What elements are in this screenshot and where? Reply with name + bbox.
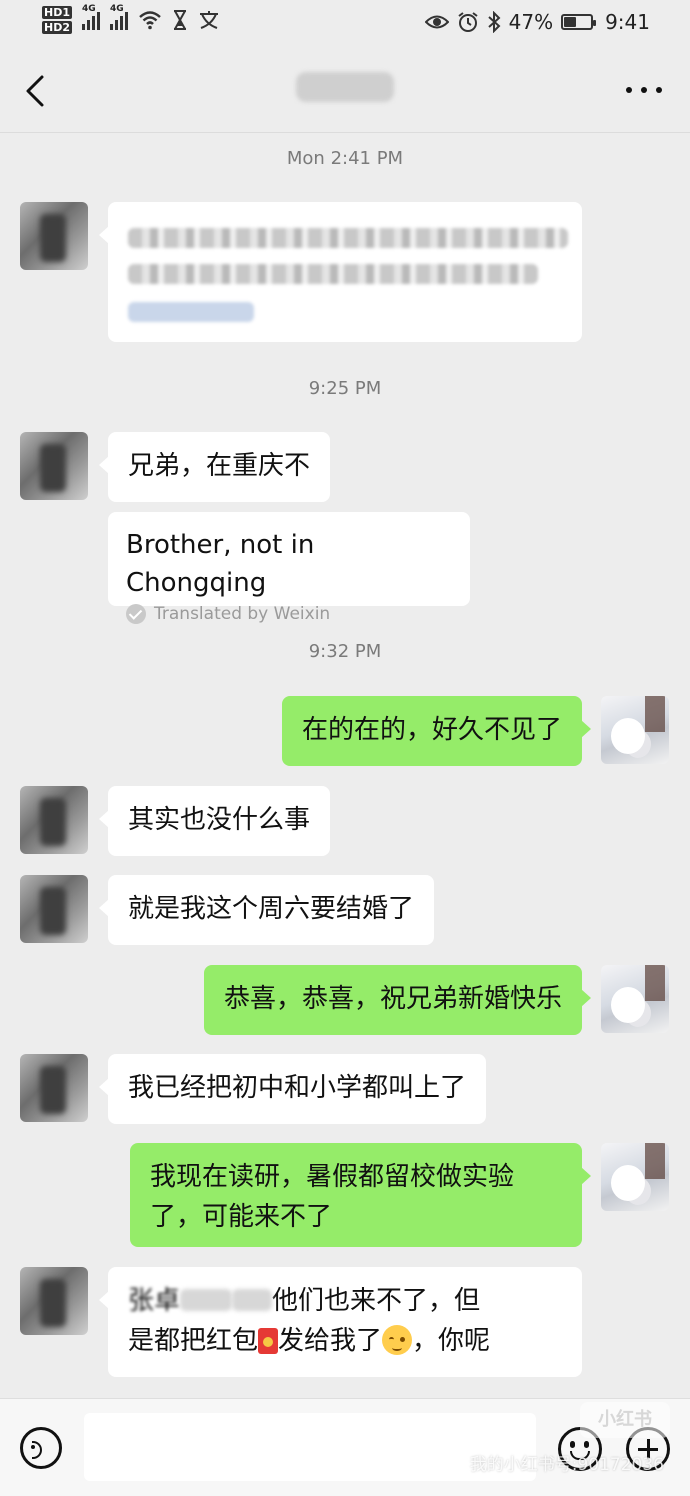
redacted-link-line — [128, 302, 254, 322]
embarrassed-face-icon — [382, 1325, 413, 1355]
network-label-2: 4G — [110, 4, 124, 14]
message-text: 就是我这个周六要结婚了 — [128, 894, 415, 924]
contact-avatar[interactable] — [20, 786, 88, 854]
message-text-line: 张卓 他们也来不了，但 — [128, 1281, 562, 1321]
clock: 9:41 — [605, 10, 650, 34]
message-text: 恭喜，恭喜，祝兄弟新婚快乐 — [223, 984, 562, 1014]
message-bubble-incoming[interactable]: 我已经把初中和小学都叫上了 — [98, 1054, 487, 1124]
watermark-text: 我的小红书号:90172036 — [469, 1455, 664, 1475]
translate-icon — [200, 11, 218, 29]
message-text-line: 是都把红包 发给我了 ，你呢 — [128, 1321, 562, 1361]
redacted-name — [232, 1289, 273, 1311]
message-text-part: 张卓 — [128, 1286, 181, 1316]
network-label-1: 4G — [82, 4, 96, 14]
message-bubble-incoming[interactable]: 兄弟，在重庆不 — [98, 432, 331, 502]
sim-label-1: HD1 — [42, 6, 72, 19]
timestamp: 9:32 PM — [308, 641, 382, 662]
contact-avatar[interactable] — [20, 875, 88, 943]
sim-label-2: HD2 — [42, 21, 72, 34]
redacted-text-line — [128, 228, 568, 248]
signal-icon: 4G — [110, 4, 128, 30]
message-input[interactable] — [84, 1413, 536, 1481]
message-bubble-outgoing[interactable]: 在的在的，好久不见了 — [281, 696, 592, 766]
status-left: HD1 HD2 4G 4G — [42, 4, 220, 34]
hourglass-icon — [174, 10, 186, 30]
message-bubble-incoming[interactable]: 就是我这个周六要结婚了 — [98, 875, 435, 945]
message-text-part: 他们也来不了，但 — [272, 1286, 481, 1316]
user-avatar[interactable] — [601, 1143, 669, 1211]
status-bar: HD1 HD2 4G 4G 47% 9:41 — [0, 0, 690, 50]
redacted-message[interactable] — [99, 202, 582, 342]
message-bubble-outgoing[interactable]: 我现在读研，暑假都留校做实验 了，可能来不了 — [130, 1143, 591, 1247]
watermark-logo: 小红书 — [580, 1402, 670, 1438]
alarm-icon — [458, 12, 478, 32]
voice-icon[interactable] — [20, 1427, 62, 1469]
contact-avatar[interactable] — [20, 1054, 88, 1122]
signal-icon: 4G — [82, 4, 100, 30]
message-text: 在的在的，好久不见了 — [301, 715, 562, 745]
message-text-line: 了，可能来不了 — [150, 1202, 333, 1232]
user-avatar[interactable] — [601, 696, 669, 764]
timestamp: 9:25 PM — [308, 378, 382, 399]
hd-icon: HD1 HD2 — [42, 6, 72, 34]
bluetooth-icon — [487, 11, 501, 33]
status-right: 47% 9:41 — [424, 10, 650, 34]
message-bubble-outgoing[interactable]: 恭喜，恭喜，祝兄弟新婚快乐 — [203, 965, 592, 1035]
contact-avatar[interactable] — [20, 432, 88, 500]
message-bubble-incoming[interactable]: 其实也没什么事 — [98, 786, 331, 856]
chat-header — [0, 50, 690, 133]
contact-avatar[interactable] — [20, 202, 88, 270]
battery-percent: 47% — [508, 10, 554, 34]
user-avatar[interactable] — [601, 965, 669, 1033]
message-text: 兄弟，在重庆不 — [128, 451, 311, 481]
message-text: 其实也没什么事 — [128, 805, 311, 835]
more-dots-icon[interactable] — [626, 84, 662, 96]
timestamp: Mon 2:41 PM — [286, 148, 404, 169]
translation-note: Translated by Weixin — [126, 604, 452, 624]
contact-name-redacted — [296, 72, 394, 102]
battery-icon — [561, 14, 597, 30]
redacted-text-line — [128, 264, 538, 284]
redacted-name — [180, 1289, 233, 1311]
message-text-part: 是都把红包 — [128, 1326, 259, 1356]
message-text: 我已经把初中和小学都叫上了 — [128, 1073, 467, 1103]
red-envelope-icon — [258, 1328, 279, 1354]
eye-icon — [424, 15, 449, 29]
message-text-line: 我现在读研，暑假都留校做实验 — [150, 1162, 515, 1192]
message-text-part: 发给我了 — [278, 1326, 383, 1356]
translation-text: Brother, not in Chongqing — [126, 530, 315, 598]
battery-fill — [564, 17, 577, 27]
message-bubble-incoming[interactable]: 张卓 他们也来不了，但 是都把红包 发给我了 ，你呢 — [99, 1267, 582, 1377]
contact-avatar[interactable] — [20, 1267, 88, 1335]
chevron-left-icon[interactable] — [22, 74, 52, 108]
check-icon — [126, 604, 146, 624]
wifi-icon — [139, 11, 161, 30]
translation-note-text: Translated by Weixin — [154, 604, 331, 624]
message-text-part: ，你呢 — [412, 1326, 491, 1356]
translation-bubble[interactable]: Brother, not in Chongqing Translated by … — [108, 512, 470, 624]
